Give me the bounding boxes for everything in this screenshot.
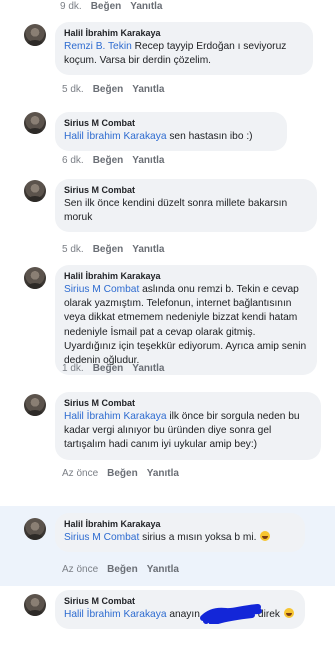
- comment-body: sen hastasın ibo :): [166, 131, 253, 142]
- comment-author[interactable]: Halil İbrahim Karakaya: [64, 28, 304, 38]
- comment-body: aslında onu remzi b. Tekin e cevap olara…: [64, 284, 307, 367]
- comment-actions: Az önce Beğen Yanıtla: [62, 564, 179, 575]
- comment: Sirius M Combat Halil İbrahim Karakaya s…: [0, 112, 335, 172]
- like-button[interactable]: Beğen: [93, 244, 124, 255]
- comment-bubble: Sirius M Combat Halil İbrahim Karakaya i…: [55, 392, 321, 460]
- comment-body: sirius a mısın yoksa b mi.: [139, 532, 257, 543]
- like-button[interactable]: Beğen: [91, 1, 122, 12]
- comment-bubble: Halil İbrahim Karakaya Sirius M Combat s…: [55, 513, 305, 553]
- mention-link[interactable]: Sirius M Combat: [64, 532, 139, 543]
- comment-actions: 1 dk. Beğen Yanıtla: [62, 363, 165, 374]
- laughing-emoji-icon: [260, 531, 271, 541]
- mention-link[interactable]: Sirius M Combat: [64, 284, 139, 295]
- reply-button[interactable]: Yanıtla: [132, 155, 164, 166]
- comment-text: Sirius M Combat aslında onu remzi b. Tek…: [64, 283, 308, 368]
- comment-author[interactable]: Halil İbrahim Karakaya: [64, 519, 296, 529]
- laughing-emoji-icon: [283, 608, 294, 618]
- comment-author[interactable]: Halil İbrahim Karakaya: [64, 271, 308, 281]
- comment-text: Sirius M Combat sirius a mısın yoksa b m…: [64, 531, 296, 545]
- comment-author[interactable]: Sirius M Combat: [64, 118, 278, 128]
- comment-time: Az önce: [62, 564, 99, 575]
- like-button[interactable]: Beğen: [93, 363, 124, 374]
- comment-bubble: Sirius M Combat Halil İbrahim Karakaya a…: [55, 590, 305, 630]
- comment-text: Halil İbrahim Karakaya sen hastasın ibo …: [64, 130, 278, 144]
- like-button[interactable]: Beğen: [107, 564, 138, 575]
- comment-time: Az önce: [62, 468, 99, 479]
- reply-button[interactable]: Yanıtla: [132, 244, 164, 255]
- mention-link[interactable]: Halil İbrahim Karakaya: [64, 609, 166, 620]
- avatar[interactable]: [24, 112, 46, 134]
- comment-bubble: Sirius M Combat Halil İbrahim Karakaya s…: [55, 112, 287, 152]
- avatar[interactable]: [24, 24, 46, 46]
- comment-actions: 5 dk. Beğen Yanıtla: [62, 84, 165, 95]
- comment-time: 5 dk.: [62, 84, 84, 95]
- comment: Sirius M Combat Sen ilk önce kendini düz…: [0, 178, 335, 258]
- comment-bubble: Halil İbrahim Karakaya Sirius M Combat a…: [55, 265, 317, 376]
- comment-text: Halil İbrahim Karakaya ilk önce bir sorg…: [64, 410, 312, 453]
- comment-text: Sen ilk önce kendini düzelt sonra millet…: [64, 198, 288, 224]
- like-button[interactable]: Beğen: [93, 155, 124, 166]
- reply-button[interactable]: Yanıtla: [147, 564, 179, 575]
- redaction-scribble: [200, 604, 262, 624]
- comment-highlighted: Halil İbrahim Karakaya Sirius M Combat s…: [0, 506, 335, 586]
- comment: Sirius M Combat Halil İbrahim Karakaya a…: [0, 588, 335, 648]
- comment-author[interactable]: Sirius M Combat: [64, 185, 308, 195]
- avatar[interactable]: [24, 394, 46, 416]
- comment-body: anayın: [166, 609, 200, 620]
- reply-button[interactable]: Yanıtla: [132, 363, 164, 374]
- comment: Halil İbrahim Karakaya Sirius M Combat a…: [0, 265, 335, 377]
- avatar[interactable]: [24, 518, 46, 540]
- reply-button[interactable]: Yanıtla: [147, 468, 179, 479]
- avatar[interactable]: [24, 267, 46, 289]
- comment-time: 6 dk.: [62, 155, 84, 166]
- avatar[interactable]: [24, 594, 46, 616]
- comment-thread: 9 dk. Beğen Yanıtla Halil İbrahim Karaka…: [0, 0, 335, 648]
- mention-link[interactable]: Halil İbrahim Karakaya: [64, 131, 166, 142]
- comment-text: Remzi B. Tekin Recep tayyip Erdoğan ı se…: [64, 40, 304, 68]
- comment: Sirius M Combat Halil İbrahim Karakaya i…: [0, 392, 335, 494]
- like-button[interactable]: Beğen: [93, 84, 124, 95]
- comment-bubble: Sirius M Combat Sen ilk önce kendini düz…: [55, 179, 317, 233]
- reply-button[interactable]: Yanıtla: [130, 1, 162, 12]
- reply-button[interactable]: Yanıtla: [132, 84, 164, 95]
- comment-actions: 6 dk. Beğen Yanıtla: [62, 155, 165, 166]
- comment-time: 9 dk.: [60, 1, 82, 12]
- like-button[interactable]: Beğen: [107, 468, 138, 479]
- comment-actions: Az önce Beğen Yanıtla: [62, 468, 179, 479]
- avatar[interactable]: [24, 180, 46, 202]
- comment: Halil İbrahim Karakaya Remzi B. Tekin Re…: [0, 22, 335, 95]
- comment-time: 1 dk.: [62, 363, 84, 374]
- mention-link[interactable]: Remzi B. Tekin: [64, 41, 132, 52]
- mention-link[interactable]: Halil İbrahim Karakaya: [64, 411, 166, 422]
- comment-author[interactable]: Sirius M Combat: [64, 398, 312, 408]
- comment-bubble: Halil İbrahim Karakaya Remzi B. Tekin Re…: [55, 22, 313, 76]
- comment-actions: 9 dk. Beğen Yanıtla: [60, 1, 163, 12]
- comment-time: 5 dk.: [62, 244, 84, 255]
- comment-actions: 5 dk. Beğen Yanıtla: [62, 244, 165, 255]
